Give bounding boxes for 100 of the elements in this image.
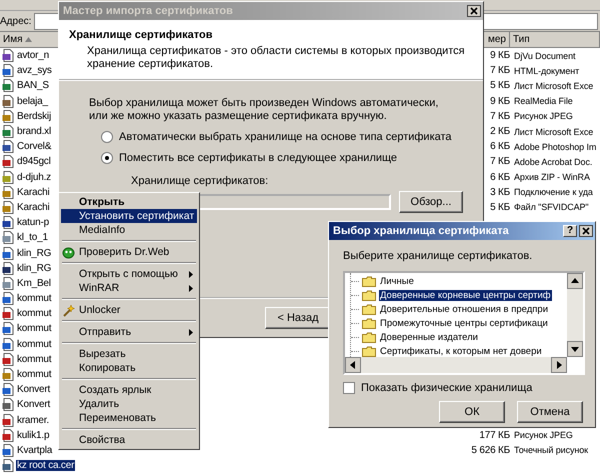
help-button[interactable]: ? — [563, 225, 577, 237]
checkbox-label[interactable]: Показать физические хранилища — [361, 382, 532, 394]
tree-item[interactable]: Сертификаты, к которым нет довери — [379, 346, 543, 356]
tree-item[interactable]: Доверенные корневые центры сертиф — [379, 290, 552, 300]
menu-item[interactable]: Unlocker — [61, 303, 197, 317]
scroll-up-icon[interactable] — [567, 273, 583, 289]
address-label: Адрес: — [0, 16, 32, 26]
file-name[interactable]: kommut — [16, 354, 52, 365]
file-type: HTML-документ — [513, 66, 580, 76]
file-name[interactable]: klin_RG — [16, 262, 52, 274]
radio-label[interactable]: Автоматически выбрать хранилище на основе типа сертификата — [119, 131, 452, 143]
intro-text: Выбор хранилища может быть произведен Windows автоматически, или же можно указать размещение сертификата вручную. — [89, 97, 440, 123]
dialog-title: Выбор хранилища сертификата — [333, 225, 509, 237]
file-type: Рисунок JPEG — [513, 111, 574, 122]
file-name[interactable]: belaja_ — [16, 96, 49, 107]
menu-item[interactable]: Переименовать — [61, 411, 197, 425]
tree-item[interactable]: Доверенные издатели — [379, 332, 479, 342]
file-name[interactable]: kommut — [16, 293, 52, 304]
tree-item[interactable]: Промежуточные центры сертификаци — [379, 318, 549, 328]
file-name[interactable]: BAN_S — [16, 80, 50, 92]
file-type: Лист Microsoft Exce — [513, 126, 594, 137]
file-size: 3 КБ — [490, 186, 510, 198]
ok-button[interactable]: ОК — [439, 401, 505, 423]
menu-item[interactable]: WinRAR — [61, 281, 197, 295]
menu-item[interactable]: Открыть — [61, 195, 197, 209]
menu-item[interactable]: Копировать — [61, 361, 197, 375]
radio-label[interactable]: Поместить все сертификаты в следующее хранилище — [119, 152, 398, 164]
file-size: 6 КБ — [490, 141, 510, 152]
file-name[interactable]: Km_Bel — [16, 278, 52, 289]
cancel-button[interactable]: Отмена — [517, 401, 583, 423]
menu-item[interactable]: Вырезать — [61, 347, 197, 361]
file-name[interactable]: Konvert — [16, 399, 52, 410]
file-name[interactable]: Konvert — [16, 384, 52, 396]
menu-item[interactable]: MediaInfo — [61, 223, 197, 237]
file-name[interactable]: kommut — [16, 369, 52, 380]
menu-item[interactable]: Удалить — [61, 397, 197, 411]
folder-icon — [362, 304, 376, 314]
scroll-down-icon[interactable] — [567, 341, 583, 357]
menu-item[interactable]: Отправить — [61, 325, 197, 339]
tree-item[interactable]: Доверительные отношения в предпри — [379, 304, 550, 314]
file-type: Лист Microsoft Exce — [513, 80, 594, 91]
file-size: 6 КБ — [490, 172, 510, 183]
file-type: Рисунок JPEG — [513, 430, 574, 440]
file-name[interactable]: kz root ca.cer — [16, 460, 76, 472]
window-title: Мастер импорта сертификатов — [63, 5, 233, 17]
file-type: Подключение к уда — [513, 187, 594, 198]
file-size: 7 КБ — [490, 65, 510, 76]
menu-item[interactable]: Открыть с помощью — [61, 267, 197, 281]
file-name[interactable]: Kvartpla — [16, 444, 54, 456]
radio-button[interactable] — [101, 131, 113, 143]
file-size: 2 КБ — [490, 126, 510, 138]
file-name[interactable]: klin_RG — [16, 248, 52, 259]
file-name[interactable]: kl_to_1 — [16, 232, 49, 244]
file-name[interactable]: Karachi — [16, 186, 51, 198]
file-type: RealMedia File — [513, 96, 574, 106]
file-type: Adobe Acrobat Doc. — [513, 156, 594, 167]
file-size: 5 626 КБ — [471, 444, 510, 456]
file-name[interactable]: d-djuh.z — [16, 172, 52, 183]
file-size: 9 КБ — [490, 50, 510, 62]
magic-wand-icon — [62, 304, 75, 317]
file-name[interactable]: avz_sys — [16, 65, 53, 76]
close-icon[interactable] — [579, 225, 593, 237]
file-name[interactable]: kommut — [16, 338, 52, 350]
sort-arrow-icon — [25, 37, 32, 42]
file-type: Adobe Photoshop Im — [513, 142, 598, 152]
column-header[interactable]: Тип — [510, 32, 600, 47]
tree-item[interactable]: Личные — [379, 276, 415, 286]
horizontal-scrollbar[interactable] — [345, 357, 567, 373]
file-name[interactable]: brand.xl — [16, 126, 52, 138]
checkbox[interactable] — [343, 382, 355, 394]
file-name[interactable]: Berdskij — [16, 110, 52, 122]
file-size: 177 КБ — [479, 430, 510, 441]
file-name[interactable]: kramer. — [16, 414, 50, 426]
file-name[interactable]: kommut — [16, 308, 52, 320]
folder-icon — [362, 332, 376, 342]
scroll-right-icon[interactable] — [551, 357, 567, 373]
file-name[interactable]: Corvel& — [16, 141, 52, 152]
file-name[interactable]: d945gcl — [16, 156, 52, 168]
file-name[interactable]: Karachi — [16, 202, 51, 213]
browse-button[interactable]: Обзор... — [399, 191, 463, 213]
vertical-scrollbar[interactable] — [567, 273, 583, 357]
file-name[interactable]: katun-p — [16, 217, 50, 228]
file-name[interactable]: kulik1.p — [16, 430, 50, 441]
folder-icon — [362, 346, 376, 356]
file-size: 5 КБ — [490, 202, 510, 213]
menu-item[interactable]: Установить сертификат — [61, 209, 197, 223]
menu-item[interactable]: Создать ярлык — [61, 383, 197, 397]
bug-icon — [62, 246, 75, 259]
radio-button[interactable] — [101, 152, 113, 164]
folder-icon — [362, 290, 376, 300]
back-button[interactable]: < Назад — [265, 307, 331, 329]
field-label: Хранилище сертификатов: — [131, 175, 270, 187]
menu-item[interactable]: Свойства — [61, 433, 197, 447]
folder-icon — [362, 318, 376, 328]
file-name[interactable]: kommut — [16, 323, 52, 334]
file-type: Точечный рисунок — [513, 445, 589, 456]
menu-item[interactable]: Проверить Dr.Web — [61, 245, 197, 259]
scroll-left-icon[interactable] — [345, 357, 361, 373]
prompt-text: Выберите хранилище сертификатов. — [343, 250, 534, 262]
file-name[interactable]: avtor_n — [16, 50, 50, 62]
